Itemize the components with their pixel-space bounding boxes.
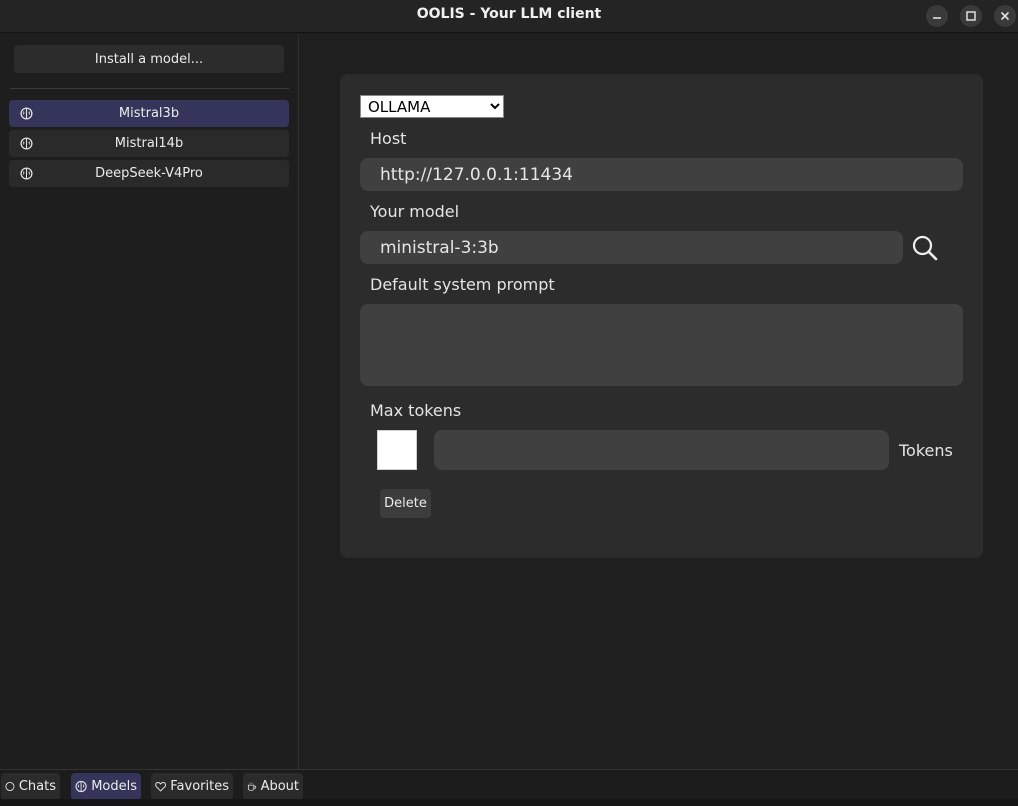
sidebar-divider	[10, 88, 289, 89]
tab-favorites[interactable]: Favorites	[151, 773, 233, 800]
window-title: OOLIS - Your LLM client	[416, 6, 602, 22]
title-bar: OOLIS - Your LLM client	[0, 0, 1018, 33]
bottom-strip	[0, 799, 1018, 806]
sidebar-item-mistral14b[interactable]: Mistral14b	[9, 130, 289, 157]
system-prompt-label: Default system prompt	[370, 275, 555, 294]
model-field[interactable]: ministral-3:3b	[360, 231, 903, 264]
minimize-button[interactable]	[926, 5, 948, 27]
model-label: Your model	[370, 202, 460, 221]
model-label: Mistral3b	[118, 106, 180, 121]
close-button[interactable]	[994, 5, 1016, 27]
system-prompt-field[interactable]	[360, 304, 963, 386]
tab-label: Chats	[18, 779, 56, 794]
tab-label: Favorites	[170, 779, 229, 794]
tab-models[interactable]: Models	[71, 773, 141, 800]
close-icon	[1000, 11, 1010, 21]
max-tokens-field[interactable]	[434, 430, 889, 470]
brain-icon	[20, 137, 33, 150]
model-label: DeepSeek-V4Pro	[95, 166, 203, 181]
max-tokens-label: Max tokens	[370, 401, 462, 420]
brain-icon	[75, 780, 87, 793]
install-model-button[interactable]: Install a model...	[14, 45, 284, 73]
main-panel: OLLAMA Host http://127.0.0.1:11434 Your …	[300, 34, 1018, 769]
host-field[interactable]: http://127.0.0.1:11434	[360, 158, 963, 191]
coffee-icon	[247, 782, 257, 791]
model-value: ministral-3:3b	[380, 237, 499, 258]
host-label: Host	[370, 129, 407, 148]
tab-chats[interactable]: Chats	[1, 773, 60, 800]
host-value: http://127.0.0.1:11434	[380, 164, 573, 185]
brain-icon	[20, 107, 33, 120]
search-icon	[912, 235, 938, 261]
brain-icon	[20, 167, 33, 180]
minimize-icon	[933, 17, 941, 19]
sidebar-item-deepseek-v4pro[interactable]: DeepSeek-V4Pro	[9, 160, 289, 187]
model-settings-card: OLLAMA Host http://127.0.0.1:11434 Your …	[340, 74, 983, 558]
sidebar: Install a model... Mistral3b Mistral14b …	[0, 34, 299, 769]
sidebar-item-mistral3b[interactable]: Mistral3b	[9, 100, 289, 127]
delete-button[interactable]: Delete	[380, 489, 431, 518]
tokens-unit-label: Tokens	[899, 441, 953, 460]
maximize-button[interactable]	[960, 5, 982, 27]
circle-icon	[5, 781, 15, 792]
maximize-icon	[966, 11, 976, 21]
tab-label: About	[260, 779, 299, 794]
heart-icon	[155, 781, 167, 792]
tab-about[interactable]: About	[243, 773, 303, 800]
model-label: Mistral14b	[114, 136, 184, 151]
max-tokens-checkbox[interactable]	[377, 430, 417, 470]
tab-label: Models	[91, 779, 137, 794]
provider-select[interactable]: OLLAMA	[360, 95, 504, 118]
search-model-button[interactable]	[910, 233, 940, 263]
